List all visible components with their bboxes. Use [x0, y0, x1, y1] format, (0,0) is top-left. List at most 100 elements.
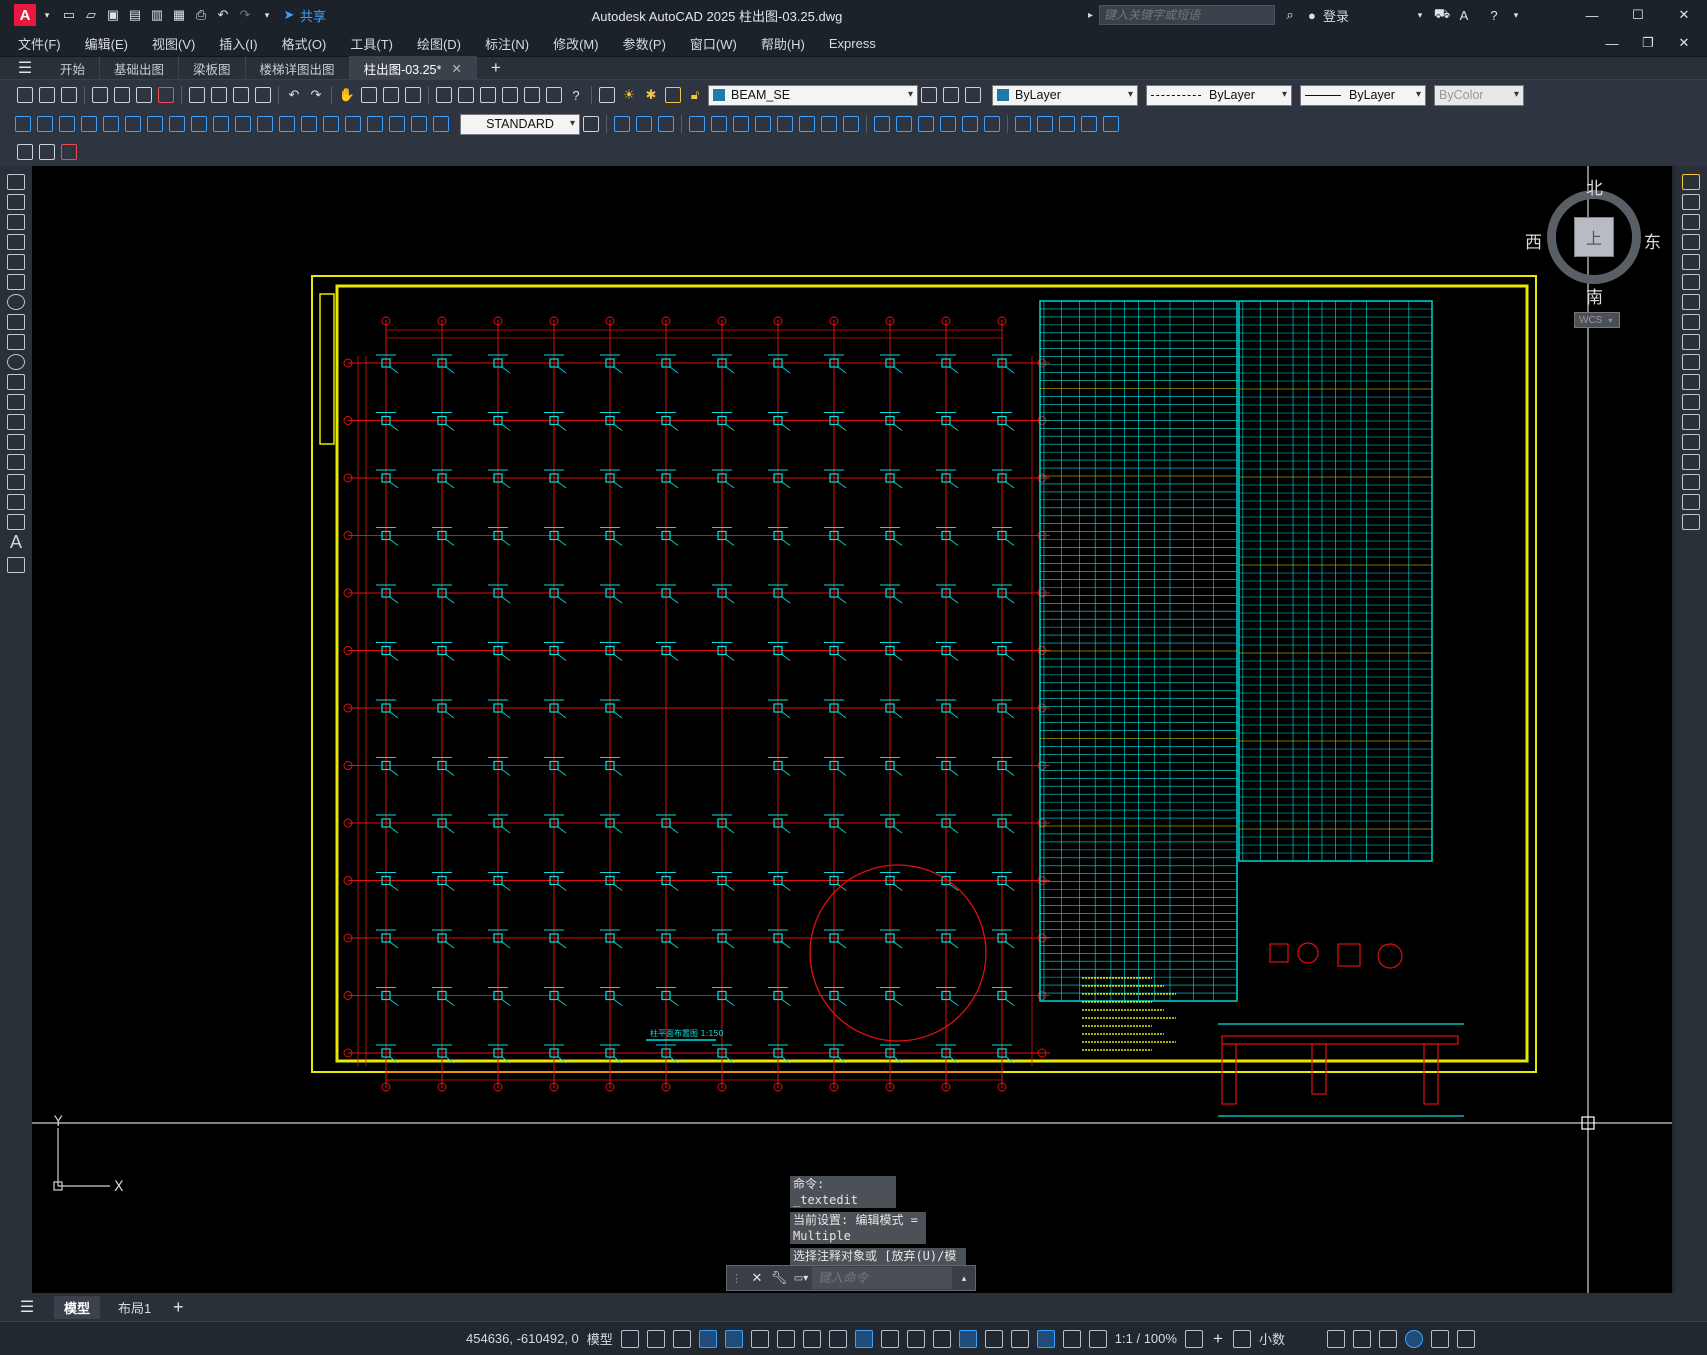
extend-icon[interactable] [1682, 374, 1700, 390]
point-icon[interactable] [7, 434, 25, 450]
lineweight-icon[interactable] [854, 1329, 873, 1348]
save-icon[interactable]: ▣ [104, 6, 122, 24]
tab-column-drawing[interactable]: 柱出图-03.25* ✕ [349, 56, 477, 80]
rotate-icon[interactable] [1682, 294, 1700, 310]
insert-table-icon[interactable] [39, 144, 55, 160]
viewcube-face[interactable]: 上 [1574, 217, 1614, 257]
hamburger-menu-icon[interactable]: ☰ [16, 59, 34, 77]
menu-format[interactable]: 格式(O) [282, 34, 327, 53]
clean-screen-icon[interactable] [1430, 1329, 1449, 1348]
coordinates-readout[interactable]: 454636, -610492, 0 [466, 1331, 579, 1346]
share-icon[interactable]: ➤ [280, 6, 298, 24]
layout-menu-icon[interactable]: ☰ [18, 1298, 36, 1316]
quick-dim-icon[interactable] [191, 116, 207, 132]
command-prompt-icon[interactable]: ▭▾ [792, 1269, 810, 1287]
pan-icon[interactable]: ✋ [338, 86, 356, 104]
copy-object-icon[interactable] [636, 116, 652, 132]
tab-beam-slab[interactable]: 梁板图 [179, 56, 246, 80]
break-icon[interactable] [1682, 414, 1700, 430]
copy-icon[interactable] [1682, 194, 1700, 210]
break-icon[interactable] [874, 116, 890, 132]
grid-icon[interactable] [620, 1329, 639, 1348]
mirror-icon[interactable] [658, 116, 674, 132]
erase-icon[interactable] [1682, 174, 1700, 190]
offset-icon[interactable] [1682, 234, 1700, 250]
new-tab-icon[interactable]: + [487, 58, 505, 77]
autocad-logo[interactable]: A [14, 4, 36, 26]
drawing-canvas[interactable]: 柱平面布置图 1:150 Y X 上 北 南 西 东 WCS ▾ 命令: _tex [32, 166, 1672, 1293]
layer-state-icon[interactable] [965, 87, 981, 103]
login-button[interactable]: 登录 [1323, 6, 1349, 25]
lineweight-dropdown[interactable]: ByLayer ▾ [1300, 84, 1426, 106]
units-icon[interactable] [1232, 1329, 1251, 1348]
tab-start[interactable]: 开始 [46, 56, 101, 80]
units-dropdown[interactable]: 小数 [1259, 1329, 1319, 1348]
hardware-acceleration-icon[interactable] [1404, 1329, 1423, 1348]
doc-close-icon[interactable]: ✕ [1675, 34, 1693, 52]
share-button[interactable]: 共享 [300, 6, 326, 25]
save-as-icon[interactable]: ▤ [126, 6, 144, 24]
layer-dropdown[interactable]: BEAM_SE ▾ [708, 84, 918, 106]
zoom-previous-icon[interactable] [405, 87, 421, 103]
center-mark-icon[interactable] [323, 116, 339, 132]
ellipse-icon[interactable] [7, 354, 25, 370]
design-center-icon[interactable] [458, 87, 474, 103]
copy-nested-icon[interactable] [1015, 116, 1031, 132]
isometric-icon[interactable] [776, 1329, 795, 1348]
3d-osnap-icon[interactable] [932, 1329, 951, 1348]
redo-icon[interactable]: ↷ [236, 6, 254, 24]
linear-dim-icon[interactable] [15, 116, 31, 132]
chamfer-icon[interactable] [918, 116, 934, 132]
transparency-icon[interactable] [880, 1329, 899, 1348]
plot-icon[interactable] [92, 87, 108, 103]
offset-icon[interactable] [689, 116, 705, 132]
command-input[interactable] [812, 1267, 952, 1289]
region-icon[interactable] [7, 494, 25, 510]
menu-window[interactable]: 窗口(W) [690, 34, 737, 53]
menu-dimension[interactable]: 标注(N) [485, 34, 529, 53]
plotstyle-dropdown[interactable]: ByColor ▾ [1434, 84, 1524, 106]
menu-file[interactable]: 文件(F) [18, 34, 61, 53]
array-icon[interactable] [711, 116, 727, 132]
extend-icon[interactable] [843, 116, 859, 132]
tab-foundation[interactable]: 基础出图 [100, 56, 180, 80]
help-dropdown-icon[interactable]: ▾ [1507, 6, 1525, 24]
undo-icon[interactable]: ↶ [214, 6, 232, 24]
arc-length-dim-icon[interactable] [59, 116, 75, 132]
insert-block-icon[interactable] [7, 394, 25, 410]
snap-icon[interactable] [646, 1329, 665, 1348]
autodesk-a-icon[interactable]: A [1455, 6, 1473, 24]
color-dropdown[interactable]: ByLayer ▾ [992, 84, 1138, 106]
gizmo-icon[interactable] [1010, 1329, 1029, 1348]
cut-icon[interactable] [189, 87, 205, 103]
move-icon[interactable] [1682, 274, 1700, 290]
model-space-toggle[interactable]: 模型 [587, 1329, 613, 1348]
menu-tools[interactable]: 工具(T) [350, 34, 393, 53]
move-icon[interactable] [733, 116, 749, 132]
edit-block-icon[interactable] [17, 144, 33, 160]
command-close-icon[interactable]: ✕ [748, 1269, 766, 1287]
array-icon[interactable] [1682, 254, 1700, 270]
dim-edit-icon[interactable] [389, 116, 405, 132]
annotation-visibility-icon[interactable] [1036, 1329, 1055, 1348]
new-icon[interactable] [17, 87, 33, 103]
menu-modify[interactable]: 修改(M) [553, 34, 599, 53]
linetype-dropdown[interactable]: ByLayer ▾ [1146, 84, 1292, 106]
circle-icon[interactable] [7, 294, 25, 310]
aligned-dim-icon[interactable] [37, 116, 53, 132]
selection-cycling-icon[interactable] [906, 1329, 925, 1348]
app-menu-chevron-icon[interactable]: ▾ [38, 6, 56, 24]
polygon-icon[interactable] [7, 234, 25, 250]
viewcube-west[interactable]: 西 [1525, 228, 1542, 253]
polyline-icon[interactable] [7, 214, 25, 230]
export-icon[interactable]: ▥ [148, 6, 166, 24]
stretch-icon[interactable] [1682, 334, 1700, 350]
layer-tools-icon[interactable] [61, 144, 77, 160]
dim-style-icon[interactable] [583, 116, 599, 132]
layer-on-bulb-icon[interactable]: ☀ [620, 86, 638, 104]
chamfer-icon[interactable] [1682, 454, 1700, 470]
command-customize-icon[interactable]: 🔧︎ [770, 1269, 788, 1287]
layer-properties-icon[interactable] [599, 87, 615, 103]
annotation-monitor-icon[interactable]: + [1209, 1329, 1227, 1348]
viewcube-south[interactable]: 南 [1586, 283, 1603, 308]
